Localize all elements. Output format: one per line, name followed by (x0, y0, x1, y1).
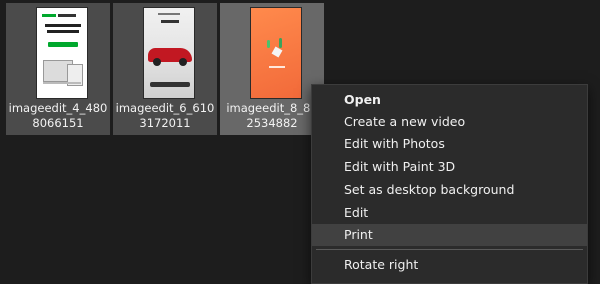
block-shape (271, 46, 283, 58)
menu-separator (316, 249, 583, 250)
wheel-shape (179, 58, 187, 66)
context-menu: Open Create a new video Edit with Photos… (311, 84, 588, 284)
file-item-selected[interactable]: imageedit_8_82 2534882 (220, 3, 324, 135)
file-name-line: 8066151 (32, 116, 84, 130)
file-name-line: imageedit_4_480 (8, 101, 108, 115)
menu-item-rotate-right[interactable]: Rotate right (312, 254, 587, 276)
image-thumbnail (143, 7, 195, 99)
menu-item-create-video[interactable]: Create a new video (312, 111, 587, 133)
file-name-line: imageedit_6_610 (115, 101, 215, 115)
file-name-line: 2534882 (246, 116, 298, 130)
menu-item-print[interactable]: Print (312, 224, 587, 246)
menu-item-edit[interactable]: Edit (312, 202, 587, 224)
brand-wordmark-shape (58, 14, 76, 17)
file-name: imageedit_6_610 3172011 (113, 101, 217, 131)
menu-item-edit-with-paint-3d[interactable]: Edit with Paint 3D (312, 156, 587, 178)
menu-item-open[interactable]: Open (312, 89, 587, 111)
cta-shape (150, 82, 190, 87)
headline-shape (45, 24, 81, 27)
file-item[interactable]: imageedit_4_480 8066151 (6, 3, 110, 135)
divider-shape (43, 82, 81, 84)
cta-shape (48, 42, 78, 47)
text-line-shape (269, 66, 285, 68)
image-thumbnail (250, 7, 302, 99)
plant-shape (279, 38, 282, 48)
menu-item-set-desktop-background[interactable]: Set as desktop background (312, 179, 587, 201)
menu-item-edit-with-photos[interactable]: Edit with Photos (312, 133, 587, 155)
headline-shape (47, 30, 79, 33)
file-name-line: 3172011 (139, 116, 191, 130)
brand-logo-shape (158, 13, 180, 15)
file-name: imageedit_8_82 2534882 (220, 101, 324, 131)
file-name: imageedit_4_480 8066151 (6, 101, 110, 131)
wheel-shape (153, 58, 161, 66)
image-thumbnail (36, 7, 88, 99)
headline-shape (161, 20, 179, 23)
brand-logo-shape (42, 14, 56, 17)
file-name-line: imageedit_8_82 (226, 101, 318, 115)
file-item[interactable]: imageedit_6_610 3172011 (113, 3, 217, 135)
plant-shape (267, 40, 270, 48)
